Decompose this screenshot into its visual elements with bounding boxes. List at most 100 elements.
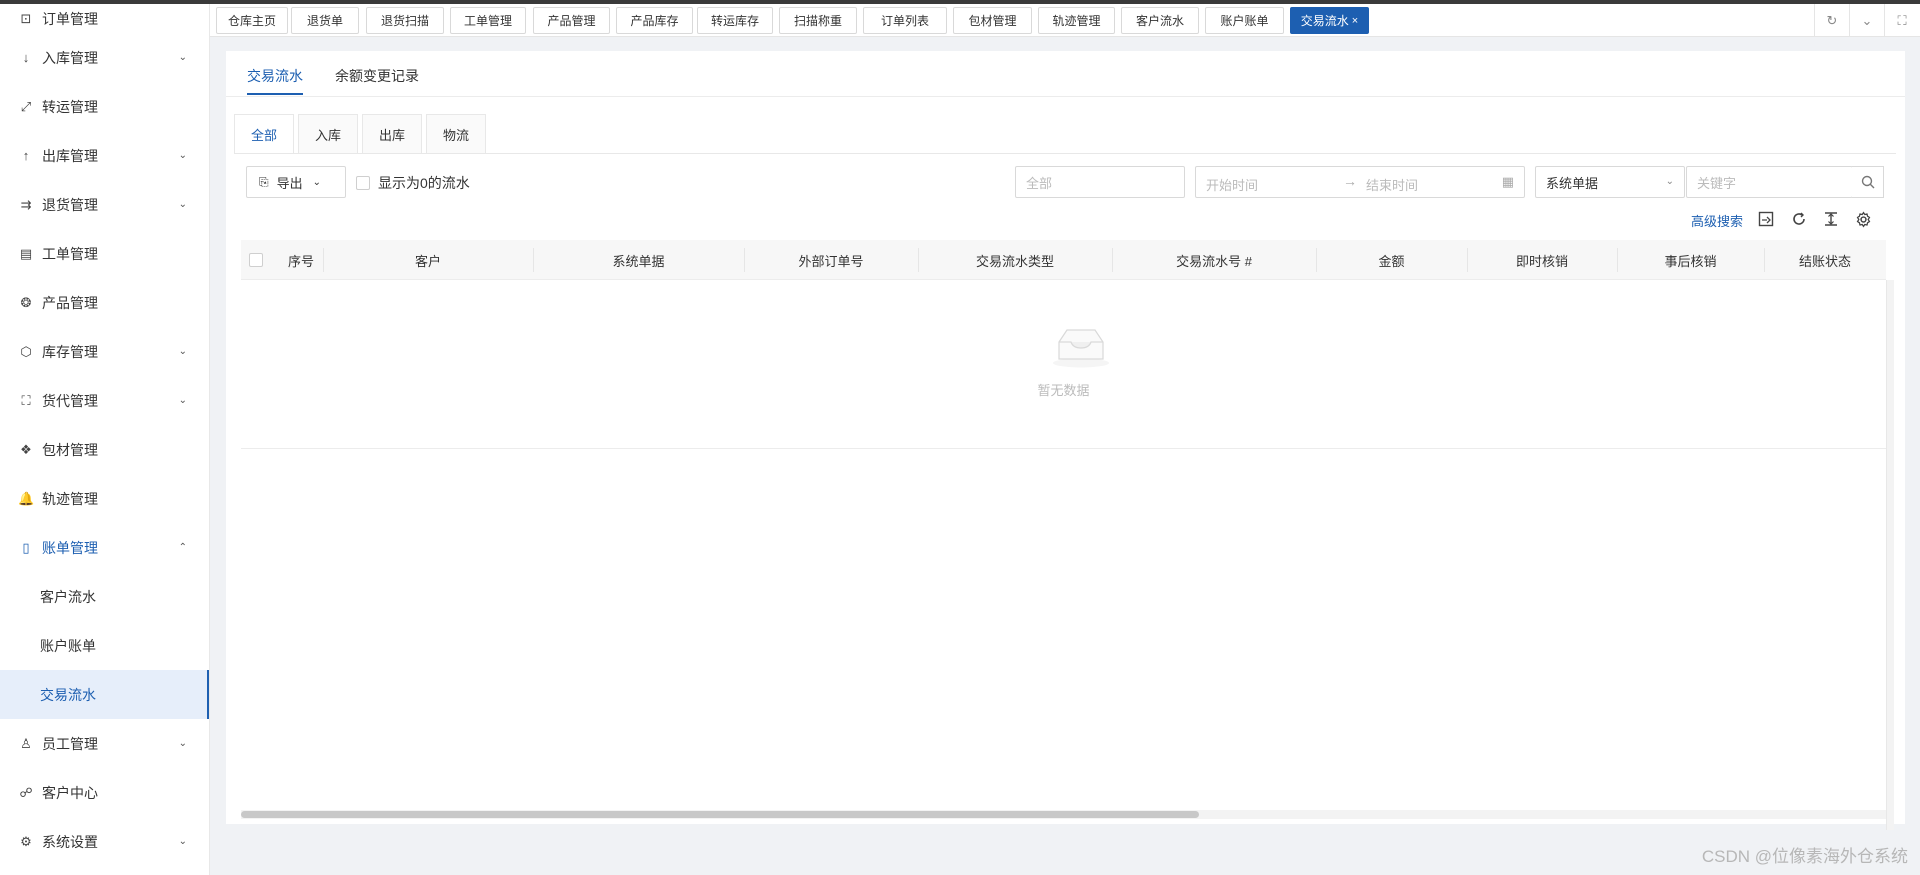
sidebar-item-7[interactable]: ⬡ 库存管理 ⌄ [0, 327, 209, 376]
column-divider [533, 248, 534, 272]
sidebar-item-17[interactable]: ⚙ 系统设置 ⌄ [0, 817, 209, 866]
select-all-checkbox[interactable] [249, 253, 263, 267]
sidebar-item-label: 工单管理 [42, 245, 98, 262]
customer-select[interactable]: 全部 [1015, 166, 1185, 198]
column-divider [1112, 248, 1113, 272]
settings-gear-icon[interactable] [1853, 209, 1873, 229]
tabs-dropdown-icon[interactable]: ⌄ [1849, 4, 1884, 37]
sidebar-item-6[interactable]: ❂ 产品管理 [0, 278, 209, 327]
column-header-4[interactable]: 交易流水类型 [918, 240, 1112, 280]
sidebar-item-10[interactable]: 🔔 轨迹管理 [0, 474, 209, 523]
sidebar-item-14[interactable]: 交易流水 [0, 670, 209, 719]
tab-1[interactable]: 退货单 [291, 7, 359, 34]
close-icon[interactable]: × [1352, 15, 1358, 27]
fullscreen-icon[interactable]: ⛶ [1884, 4, 1919, 37]
tab-9[interactable]: 包材管理 [953, 7, 1032, 34]
tab-8[interactable]: 订单列表 [863, 7, 947, 34]
column-header-9[interactable]: 结账状态 [1764, 240, 1886, 280]
tab-12[interactable]: 账户账单 [1205, 7, 1284, 34]
column-header-1[interactable]: 客户 [323, 240, 533, 280]
tab-balance-change-record[interactable]: 余额变更记录 [335, 66, 419, 86]
subtab-outbound[interactable]: 出库 [362, 114, 422, 154]
tab-label: 产品管理 [547, 14, 596, 28]
sidebar-item-3[interactable]: ↑ 出库管理 ⌄ [0, 131, 209, 180]
tab-7[interactable]: 扫描称重 [779, 7, 857, 34]
chevron-up-icon: ⌃ [178, 542, 187, 553]
sidebar-item-label: 订单管理 [42, 10, 98, 27]
tab-4[interactable]: 产品管理 [533, 7, 610, 34]
tab-0[interactable]: 仓库主页 [216, 7, 288, 34]
horizontal-scrollbar[interactable] [241, 810, 1886, 819]
arrow-down-icon: ↓ [22, 50, 30, 65]
refresh-icon[interactable] [1789, 209, 1809, 229]
sidebar-item-11[interactable]: ▯ 账单管理 ⌃ [0, 523, 209, 572]
sidebar: ⊡ 订单管理 ↓ 入库管理 ⌄ ⤢ 转运管理 ↑ 出库管理 ⌄ ⇉ 退货管理 ⌄ ▤ 工单管理 ❂ 产品管理 ⬡ 库… [0, 4, 210, 875]
watermark: CSDN @位像素海外仓系统 [1701, 847, 1908, 866]
chevron-down-icon: ⌄ [178, 199, 187, 210]
user-icon: ♙ [20, 735, 32, 751]
column-header-7[interactable]: 即时核销 [1467, 240, 1617, 280]
export-button[interactable]: ⎘ 导出 ⌄ [246, 166, 346, 198]
column-header-0[interactable]: 序号 [271, 240, 331, 280]
row-height-icon[interactable] [1821, 209, 1841, 229]
column-header-2[interactable]: 系统单据 [533, 240, 744, 280]
sidebar-item-label: 出库管理 [42, 147, 98, 164]
tab-5[interactable]: 产品库存 [616, 7, 693, 34]
tab-label: 退货单 [306, 14, 343, 28]
sidebar-item-15[interactable]: ♙ 员工管理 ⌄ [0, 719, 209, 768]
tab-13[interactable]: 交易流水 × [1290, 7, 1369, 34]
sidebar-item-label: 账户账单 [40, 637, 96, 654]
advanced-search-link[interactable]: 高级搜索 [1691, 211, 1743, 230]
tab-3[interactable]: 工单管理 [450, 7, 526, 34]
column-header-5[interactable]: 交易流水号 # [1112, 240, 1316, 280]
tab-2[interactable]: 退货扫描 [366, 7, 444, 34]
refresh-icon[interactable]: ↻ [1814, 4, 1849, 37]
tab-6[interactable]: 转运库存 [697, 7, 773, 34]
sidebar-item-0[interactable]: ⊡ 订单管理 [0, 4, 209, 33]
chevron-down-icon: ⌄ [178, 836, 187, 847]
top-tabs: 交易流水 余额变更记录 [226, 51, 1905, 97]
sidebar-item-5[interactable]: ▤ 工单管理 [0, 229, 209, 278]
tab-11[interactable]: 客户流水 [1121, 7, 1199, 34]
sidebar-item-1[interactable]: ↓ 入库管理 ⌄ [0, 33, 209, 82]
search-button[interactable] [1852, 166, 1884, 198]
date-range-picker[interactable]: 开始时间 → 结束时间 ▦ [1195, 166, 1525, 198]
table-body: 暂无数据 [241, 280, 1886, 449]
start-time-input[interactable]: 开始时间 [1206, 175, 1258, 194]
tab-transaction-flow[interactable]: 交易流水 [247, 66, 303, 95]
sidebar-item-2[interactable]: ⤢ 转运管理 [0, 82, 209, 131]
vertical-scrollbar[interactable] [1886, 280, 1894, 830]
sidebar-item-label: 产品管理 [42, 294, 98, 311]
calendar-icon: ▦ [1501, 174, 1514, 189]
sidebar-item-8[interactable]: ⛶ 货代管理 ⌄ [0, 376, 209, 425]
column-header-8[interactable]: 事后核销 [1617, 240, 1764, 280]
sidebar-item-16[interactable]: ☍ 客户中心 [0, 768, 209, 817]
empty-text: 暂无数据 [1037, 383, 1090, 398]
sub-tabs-divider [234, 153, 1896, 154]
column-header-6[interactable]: 金额 [1316, 240, 1467, 280]
subtab-all[interactable]: 全部 [234, 114, 294, 154]
column-switch-icon[interactable] [1756, 209, 1776, 229]
sidebar-item-9[interactable]: ❖ 包材管理 [0, 425, 209, 474]
chevron-down-icon: ⌄ [1665, 176, 1674, 187]
sidebar-item-label: 货代管理 [42, 392, 98, 409]
sidebar-item-12[interactable]: 客户流水 [0, 572, 209, 621]
tab-label: 仓库主页 [227, 14, 276, 28]
document-type-value: 系统单据 [1546, 175, 1599, 191]
checkbox-box[interactable] [356, 176, 370, 190]
show-zero-checkbox[interactable]: 显示为0的流水 [356, 173, 470, 193]
sidebar-item-label: 客户流水 [40, 588, 96, 605]
column-header-3[interactable]: 外部订单号 [744, 240, 918, 280]
sidebar-item-label: 客户中心 [42, 784, 98, 801]
sidebar-item-13[interactable]: 账户账单 [0, 621, 209, 670]
keyword-input[interactable]: 关键字 [1686, 166, 1853, 198]
sidebar-item-4[interactable]: ⇉ 退货管理 ⌄ [0, 180, 209, 229]
document-type-select[interactable]: 系统单据 ⌄ [1535, 166, 1685, 198]
scrollbar-thumb[interactable] [241, 811, 1199, 818]
subtab-inbound[interactable]: 入库 [298, 114, 358, 154]
sidebar-item-label: 交易流水 [40, 686, 96, 703]
subtab-logistics[interactable]: 物流 [426, 114, 486, 154]
end-time-input[interactable]: 结束时间 [1366, 175, 1418, 194]
tab-10[interactable]: 轨迹管理 [1038, 7, 1115, 34]
chevron-down-icon: ⌄ [178, 738, 187, 749]
